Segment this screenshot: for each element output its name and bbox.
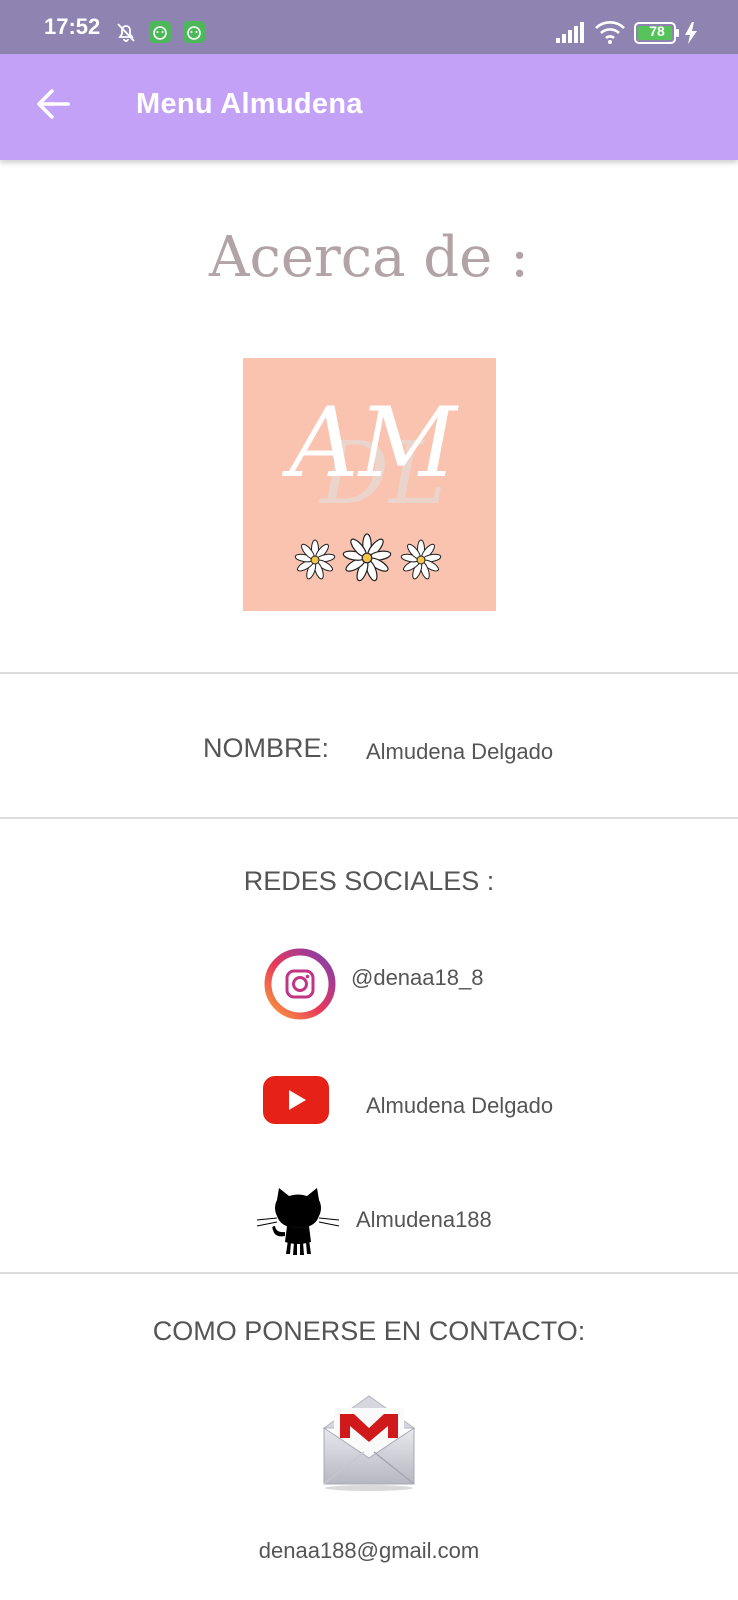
profile-logo: DL AM	[243, 358, 496, 611]
about-heading: Acerca de :	[209, 225, 529, 290]
name-label: NOMBRE:	[203, 733, 330, 763]
name-value: Almudena Delgado	[366, 739, 554, 764]
divider	[0, 1272, 738, 1274]
wifi-icon	[595, 21, 625, 44]
social-heading: REDES SOCIALES :	[243, 866, 495, 896]
signal-icon	[556, 22, 584, 43]
battery-level: 78	[649, 23, 665, 39]
arrow-back-icon	[37, 89, 70, 119]
instagram-handle[interactable]: @denaa18_8	[351, 965, 483, 991]
status-time: 17:52	[44, 14, 101, 39]
youtube-handle[interactable]: Almudena Delgado	[366, 1093, 553, 1119]
youtube-icon[interactable]	[263, 1076, 329, 1124]
divider	[0, 817, 738, 819]
battery-icon: 78	[634, 22, 680, 44]
back-button[interactable]	[32, 82, 76, 126]
app-title: Menu Almudena	[136, 88, 363, 120]
instagram-icon[interactable]	[264, 948, 336, 1020]
gmail-icon[interactable]	[320, 1392, 418, 1492]
divider	[0, 672, 738, 674]
app-notification-icon	[149, 21, 171, 43]
github-octocat-icon[interactable]	[255, 1186, 341, 1256]
app-notification-icon	[183, 21, 205, 43]
contact-email[interactable]: denaa188@gmail.com	[0, 1538, 738, 1564]
github-handle[interactable]: Almudena188	[356, 1207, 492, 1233]
charging-icon	[685, 22, 697, 44]
status-bar: 17:52 78	[0, 0, 738, 54]
contact-heading: COMO PONERSE EN CONTACTO:	[152, 1316, 586, 1346]
notifications-muted-icon	[117, 23, 135, 42]
logo-initials: AM	[281, 387, 459, 499]
app-bar: Menu Almudena	[0, 54, 738, 160]
